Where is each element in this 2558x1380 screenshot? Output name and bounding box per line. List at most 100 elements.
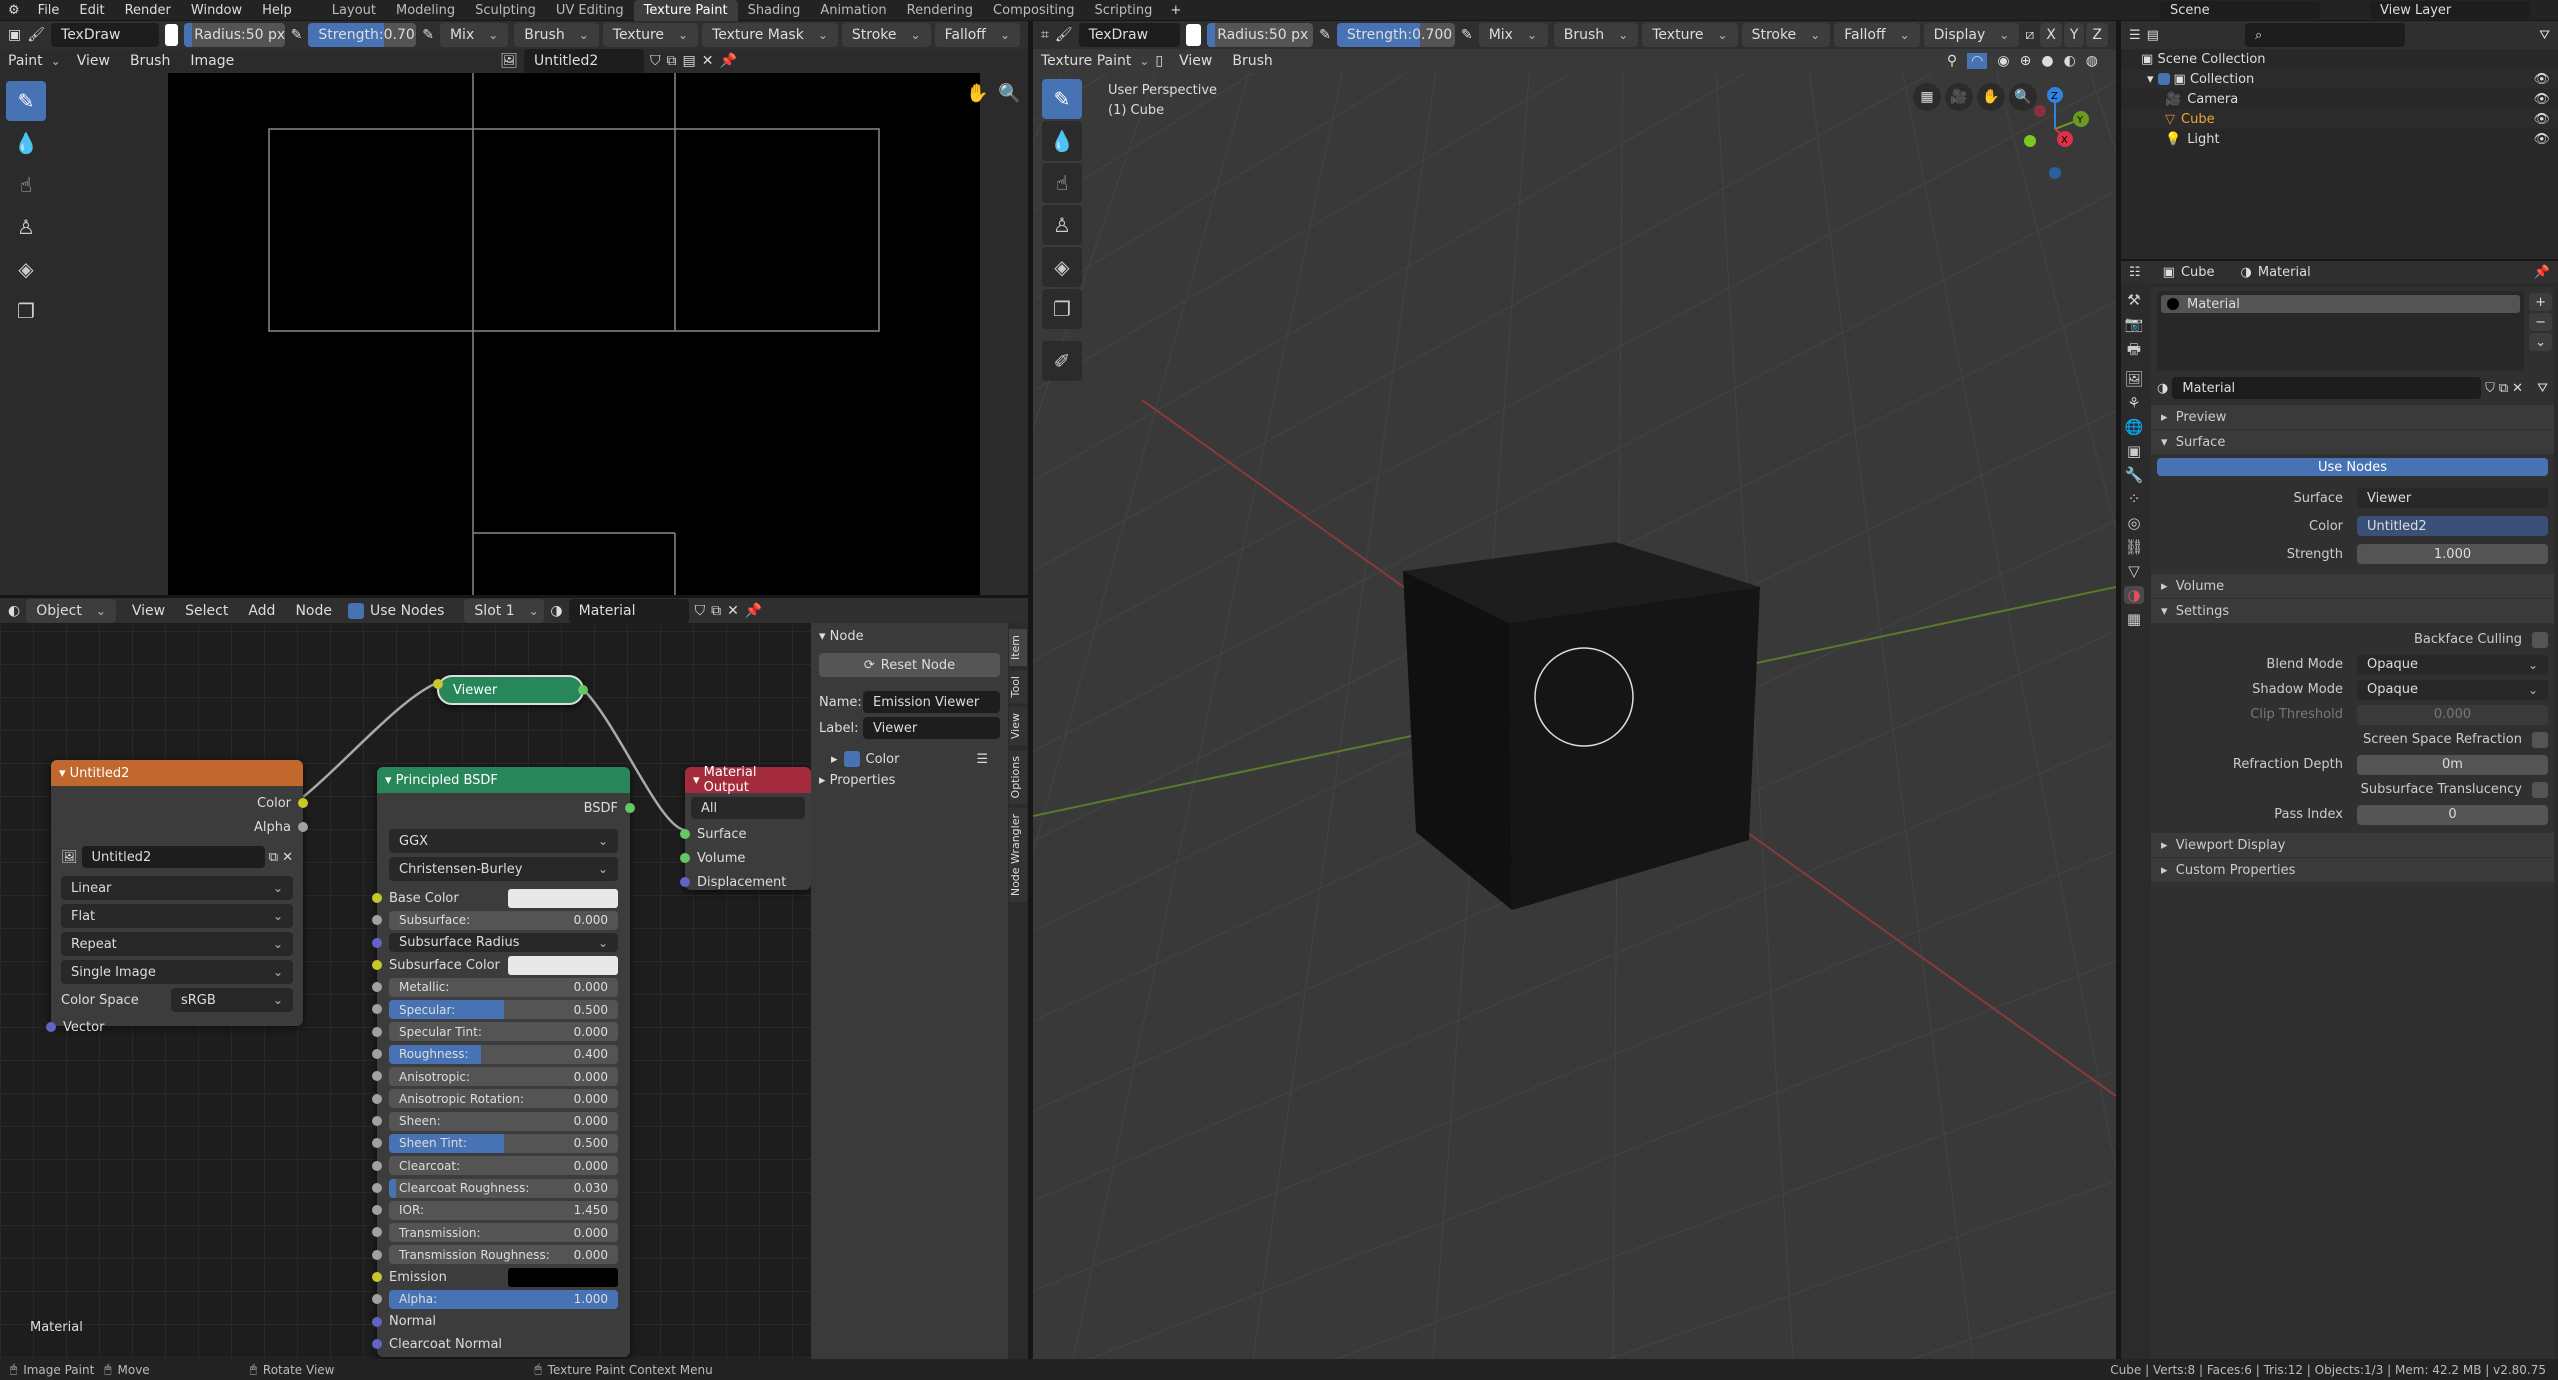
input-slider[interactable]: Clearcoat: 0.000 — [389, 1156, 618, 1176]
input-slider[interactable]: Alpha: 1.000 — [389, 1289, 618, 1309]
subsurface-translucency-checkbox[interactable] — [2532, 781, 2548, 798]
material-output-node[interactable]: ▾ Material Output All Surface Volume Displ… — [680, 765, 811, 890]
radius-slider[interactable]: Radius: 50 px — [1207, 23, 1314, 47]
workspace-tab-modeling[interactable]: Modeling — [386, 0, 465, 21]
close-icon[interactable]: ✕ — [702, 53, 714, 69]
editor-type-icon[interactable]: ◐ — [8, 603, 20, 619]
input-subsurface-color[interactable]: Subsurface Color — [372, 954, 618, 976]
color-swatch[interactable] — [508, 1267, 618, 1287]
brush-dropdown[interactable]: Brush — [514, 23, 599, 47]
preview-panel[interactable]: ▸ Preview — [2151, 405, 2554, 429]
input-socket[interactable] — [372, 1294, 382, 1305]
input-anisotropic[interactable]: Anisotropic: 0.000 — [372, 1065, 618, 1087]
input-specular-tint[interactable]: Specular Tint: 0.000 — [372, 1021, 618, 1043]
input-socket[interactable] — [680, 877, 690, 887]
collection-row[interactable]: ▾ ▣ Collection 👁 — [2121, 69, 2558, 89]
node-header[interactable]: ▾ Material Output — [685, 765, 811, 795]
pressure-icon[interactable]: ✎ — [422, 27, 434, 43]
input-slider[interactable]: Anisotropic: 0.000 — [389, 1067, 618, 1087]
image-name-field[interactable]: Untitled2 — [524, 49, 644, 73]
menu-select[interactable]: Select — [175, 603, 238, 619]
menu-help[interactable]: Help — [252, 3, 302, 18]
object-icon[interactable]: ▣ — [2127, 442, 2141, 460]
input-socket[interactable] — [372, 1316, 382, 1327]
pressure-icon[interactable]: ✎ — [1319, 27, 1331, 43]
input-transmission[interactable]: Transmission: 0.000 — [372, 1221, 618, 1243]
shadow-mode-dropdown[interactable]: Opaque — [2357, 679, 2548, 700]
bsdf-output-socket[interactable] — [625, 803, 635, 813]
backface-culling-checkbox[interactable] — [2532, 631, 2548, 648]
brush-dropdown[interactable]: Brush — [1553, 23, 1639, 47]
image-canvas[interactable] — [168, 73, 980, 595]
node-name-field[interactable]: Emission Viewer — [863, 691, 1000, 713]
input-metallic[interactable]: Metallic: 0.000 — [372, 976, 618, 998]
save-icon[interactable]: ▤ — [683, 53, 696, 69]
input-socket[interactable] — [372, 1049, 382, 1060]
scene-selector[interactable]: Scene — [2160, 1, 2320, 19]
use-nodes-checkbox[interactable] — [347, 602, 364, 619]
pass-index-field[interactable]: 0 — [2357, 804, 2548, 825]
color-checkbox[interactable] — [843, 751, 860, 767]
falloff-dropdown[interactable]: Falloff — [934, 23, 1020, 47]
workspace-tab-rendering[interactable]: Rendering — [897, 0, 983, 21]
eye-icon[interactable]: 👁 — [2533, 72, 2558, 87]
output-icon[interactable]: 🖶 — [2127, 339, 2141, 364]
menu-file[interactable]: File — [28, 3, 70, 18]
view-layer-selector[interactable]: View Layer — [2370, 1, 2530, 19]
material-name-field[interactable]: Material — [2172, 377, 2482, 399]
soften-tool-icon[interactable]: 💧 — [1042, 121, 1082, 161]
outliner-item-light[interactable]: 💡 Light 👁 — [2121, 129, 2558, 149]
input-slider[interactable]: Specular: 0.500 — [389, 1000, 618, 1020]
brush-name-field[interactable]: TexDraw — [1078, 23, 1181, 47]
input-base-color[interactable]: Base Color — [372, 887, 618, 909]
viewer-node[interactable]: Viewer — [433, 675, 588, 705]
rendered-shading-icon[interactable]: ◍ — [2086, 53, 2098, 69]
volume-panel[interactable]: ▸ Volume — [2151, 574, 2554, 598]
close-icon[interactable]: ✕ — [2512, 381, 2523, 396]
input-clearcoat-roughness[interactable]: Clearcoat Roughness: 0.030 — [372, 1177, 618, 1199]
particles-icon[interactable]: ⁘ — [2128, 490, 2141, 508]
clone-tool-icon[interactable]: ♙ — [6, 207, 46, 247]
close-icon[interactable]: ✕ — [282, 850, 293, 865]
workspace-tab-sculpting[interactable]: Sculpting — [465, 0, 546, 21]
fake-user-icon[interactable]: ⛉ — [2485, 381, 2495, 396]
object-dropdown[interactable]: Object — [26, 598, 116, 623]
target-dropdown[interactable]: All — [691, 797, 805, 819]
color-swatch[interactable] — [164, 24, 179, 46]
clip-threshold-field[interactable]: 0.000 — [2357, 704, 2548, 725]
new-image-icon[interactable]: ⧉ — [667, 53, 677, 69]
distribution-dropdown[interactable]: GGX — [389, 829, 618, 853]
surface-field[interactable]: Viewer — [2357, 488, 2548, 508]
physics-icon[interactable]: ◎ — [2127, 514, 2140, 532]
input-clearcoat[interactable]: Clearcoat: 0.000 — [372, 1155, 618, 1177]
blender-logo-icon[interactable]: ⚙ — [0, 3, 28, 18]
toggle-perspective-icon[interactable]: ▦ — [1913, 83, 1941, 111]
surface-panel[interactable]: ▾ Surface — [2151, 430, 2554, 454]
input-slider[interactable]: Transmission: 0.000 — [389, 1223, 618, 1243]
menu-edit[interactable]: Edit — [69, 3, 114, 18]
input-slider[interactable]: Transmission Roughness: 0.000 — [389, 1245, 618, 1265]
viewport-display-panel[interactable]: ▸ Viewport Display — [2151, 833, 2554, 857]
material-name-field[interactable]: Material — [568, 598, 689, 623]
sidebar-tab-view[interactable]: View — [1009, 707, 1027, 746]
color-swatch[interactable] — [508, 955, 618, 975]
stroke-dropdown[interactable]: Stroke — [841, 23, 931, 47]
input-sheen-tint[interactable]: Sheen Tint: 0.500 — [372, 1132, 618, 1154]
texture-dropdown[interactable]: Texture — [1642, 23, 1738, 47]
input-slider[interactable]: Specular Tint: 0.000 — [389, 1022, 618, 1042]
input-slider[interactable]: Subsurface: 0.000 — [389, 910, 618, 930]
projection-dropdown[interactable]: Flat — [61, 904, 293, 928]
input-clearcoat-normal[interactable]: Clearcoat Normal — [372, 1333, 618, 1355]
input-socket[interactable] — [372, 893, 382, 903]
workspace-tab-compositing[interactable]: Compositing — [983, 0, 1085, 21]
color-space-dropdown[interactable]: sRGB — [171, 988, 293, 1012]
menu-add[interactable]: Add — [238, 603, 285, 619]
sidebar-tab-node-wrangler[interactable]: Node Wrangler — [1009, 807, 1027, 903]
input-socket[interactable] — [372, 1071, 382, 1082]
input-socket[interactable] — [372, 1272, 382, 1283]
sidebar-tab-options[interactable]: Options — [1009, 749, 1027, 804]
stroke-dropdown[interactable]: Stroke — [1741, 23, 1831, 47]
input-anisotropic-rotation[interactable]: Anisotropic Rotation: 0.000 — [372, 1088, 618, 1110]
color-swatch[interactable] — [508, 888, 618, 908]
mask-icon[interactable]: ▯ — [1155, 53, 1163, 69]
